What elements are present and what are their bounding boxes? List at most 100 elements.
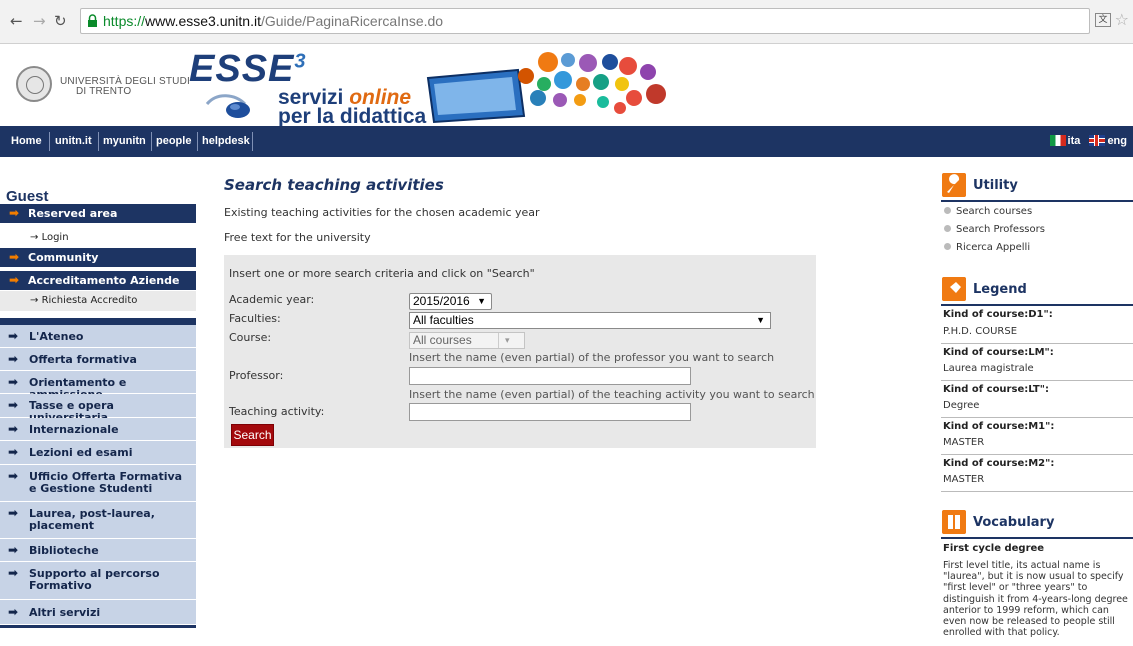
nav-unitn[interactable]: unitn.it <box>55 135 92 147</box>
sidebar-item-accreditamento[interactable]: ➡ Accreditamento Aziende <box>0 271 196 290</box>
faculties-select[interactable]: All faculties ▼ <box>409 312 771 329</box>
subtitle-academic-year: Existing teaching activities for the cho… <box>224 206 540 219</box>
sidebar-item-label: Laurea, post-laurea, placement <box>29 507 155 532</box>
sidebar-item-internazionale[interactable]: ➡ Internazionale <box>0 418 196 441</box>
right-arrow-icon: ➡ <box>9 206 20 220</box>
right-arrow-icon: ➡ <box>8 506 19 520</box>
back-arrow-icon[interactable]: ← <box>10 12 23 30</box>
address-bar[interactable]: https://www.esse3.unitn.it/Guide/PaginaR… <box>80 8 1090 34</box>
utility-link-label: Search Professors <box>956 224 1045 235</box>
legend-title: Legend <box>973 282 1027 297</box>
sidebar-item-orientamento[interactable]: ➡ Orientamento e ammissione <box>0 371 196 401</box>
page-title: Search teaching activities <box>224 176 444 194</box>
course-select[interactable]: All courses ▾ <box>409 332 525 349</box>
nav-home[interactable]: Home <box>11 135 42 147</box>
legend-key: Kind of course:M2": <box>941 454 1133 470</box>
sidebar-item-label: Community <box>28 251 99 264</box>
utility-link-label: Ricerca Appelli <box>956 242 1031 253</box>
sidebar-divider <box>0 318 196 325</box>
sidebar-item-laurea[interactable]: ➡ Laurea, post-laurea, placement <box>0 502 196 539</box>
sidebar-item-biblioteche[interactable]: ➡ Biblioteche <box>0 539 196 562</box>
wrench-icon <box>942 173 966 197</box>
sidebar-item-offerta[interactable]: ➡ Offerta formativa <box>0 348 196 371</box>
utility-divider <box>941 200 1133 202</box>
utility-link-ricerca-appelli[interactable]: Ricerca Appelli <box>944 242 1030 253</box>
right-arrow-icon: ➡ <box>8 422 19 436</box>
lock-icon <box>88 14 97 27</box>
university-name-line2: DI TRENTO <box>76 86 132 97</box>
search-button[interactable]: Search <box>231 424 274 446</box>
sidebar-item-community[interactable]: ➡ Community <box>0 248 196 267</box>
legend-value: P.H.D. COURSE <box>943 326 1018 337</box>
sidebar-item-tasse[interactable]: ➡ Tasse e opera universitaria <box>0 394 196 424</box>
esse-sup: 3 <box>294 50 307 73</box>
faculties-label: Faculties: <box>229 312 281 325</box>
utility-header: Utility <box>942 170 1133 200</box>
nav-separator <box>98 132 99 151</box>
form-instructions: Insert one or more search criteria and c… <box>229 267 535 280</box>
university-seal-logo[interactable] <box>16 66 52 102</box>
vocabulary-term: First cycle degree <box>943 543 1045 554</box>
legend-header: Legend <box>942 274 1133 304</box>
sidebar-item-altri-servizi[interactable]: ➡ Altri servizi <box>0 600 196 625</box>
legend-key: Kind of course:M1": <box>941 417 1133 433</box>
sidebar-item-label: Supporto al percorso Formativo <box>29 567 160 592</box>
nav-separator <box>197 132 198 151</box>
sidebar-item-ateneo[interactable]: ➡ L'Ateneo <box>0 325 196 348</box>
nav-people[interactable]: people <box>156 135 191 147</box>
right-arrow-icon: ➡ <box>9 273 20 287</box>
professor-input[interactable] <box>409 367 691 385</box>
academic-year-select[interactable]: 2015/2016 ▼ <box>409 293 492 310</box>
academic-year-value: 2015/2016 <box>413 294 470 308</box>
legend-value: MASTER <box>943 437 985 448</box>
laptop-apps-illustration <box>426 52 666 124</box>
vocabulary-header: Vocabulary <box>942 507 1133 537</box>
star-icon[interactable]: ☆ <box>1115 10 1129 29</box>
bullet-icon <box>944 207 951 214</box>
utility-link-search-professors[interactable]: Search Professors <box>944 224 1045 235</box>
sidebar-item-lezioni[interactable]: ➡ Lezioni ed esami <box>0 441 196 465</box>
right-arrow-icon: ➡ <box>8 566 19 580</box>
sidebar-item-reserved-area[interactable]: ➡ Reserved area <box>0 204 196 223</box>
reload-icon[interactable]: ↻ <box>54 12 67 30</box>
translate-icon[interactable]: 文 <box>1095 13 1111 27</box>
sidebar-item-login[interactable]: → Login <box>0 228 196 248</box>
utility-title: Utility <box>973 178 1018 193</box>
legend-value: Laurea magistrale <box>943 363 1034 374</box>
language-switch: ita eng <box>1049 135 1127 147</box>
faculties-value: All faculties <box>413 313 474 327</box>
esse3-logo[interactable]: ESSE3 <box>189 48 307 91</box>
lang-eng[interactable]: eng <box>1107 135 1127 147</box>
search-form: Insert one or more search criteria and c… <box>224 255 816 448</box>
activity-hint: Insert the name (even partial) of the te… <box>409 388 815 401</box>
sidebar-item-label: Internazionale <box>29 423 119 436</box>
course-label: Course: <box>229 331 272 344</box>
legend-key: Kind of course:LM": <box>941 343 1133 359</box>
italy-flag-icon[interactable] <box>1049 135 1066 146</box>
book-icon <box>942 510 966 534</box>
esse-text: ESSE <box>189 48 295 90</box>
pin-icon <box>942 277 966 301</box>
uk-flag-icon[interactable] <box>1089 135 1106 146</box>
sidebar-item-richiesta[interactable]: → Richiesta Accredito <box>0 291 196 311</box>
sidebar-item-supporto[interactable]: ➡ Supporto al percorso Formativo <box>0 562 196 600</box>
forward-arrow-icon[interactable]: → <box>33 12 46 30</box>
browser-toolbar: ← → ↻ https://www.esse3.unitn.it/Guide/P… <box>0 0 1133 44</box>
utility-link-search-courses[interactable]: Search courses <box>944 206 1032 217</box>
sidebar-item-ufficio[interactable]: ➡ Ufficio Offerta Formativa e Gestione S… <box>0 465 196 502</box>
nav-myunitn[interactable]: myunitn <box>103 135 146 147</box>
university-name[interactable]: UNIVERSITÀ DEGLI STUDI DI TRENTO <box>60 77 190 97</box>
lang-ita[interactable]: ita <box>1068 135 1081 147</box>
sidebar-bottom-border <box>0 625 196 628</box>
nav-helpdesk[interactable]: helpdesk <box>202 135 250 147</box>
sidebar-item-label: Ufficio Offerta Formativa e Gestione Stu… <box>29 470 183 495</box>
nav-separator <box>151 132 152 151</box>
teaching-activity-input[interactable] <box>409 403 691 421</box>
top-navigation-bar: Home unitn.it myunitn people helpdesk it… <box>0 126 1133 157</box>
guest-heading: Guest <box>6 188 49 205</box>
legend-key: Kind of course:LT": <box>941 380 1133 396</box>
sidebar-item-label: Altri servizi <box>29 606 101 619</box>
bullet-icon <box>944 225 951 232</box>
right-arrow-icon: ➡ <box>8 329 19 343</box>
legend-bottom-line <box>941 491 1133 492</box>
